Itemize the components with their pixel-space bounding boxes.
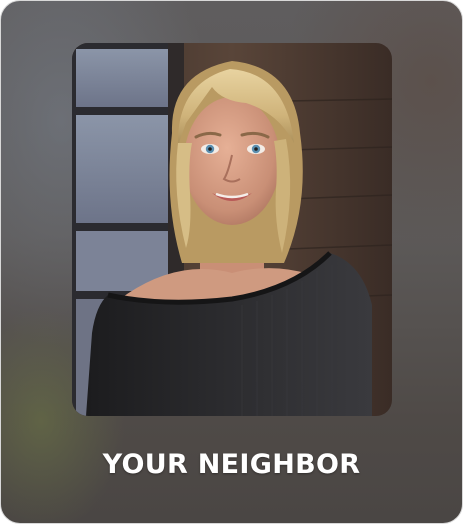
- character-portrait: [72, 43, 392, 416]
- character-card[interactable]: YOUR NEIGHBOR: [0, 0, 463, 524]
- card-title: YOUR NEIGHBOR: [102, 449, 361, 480]
